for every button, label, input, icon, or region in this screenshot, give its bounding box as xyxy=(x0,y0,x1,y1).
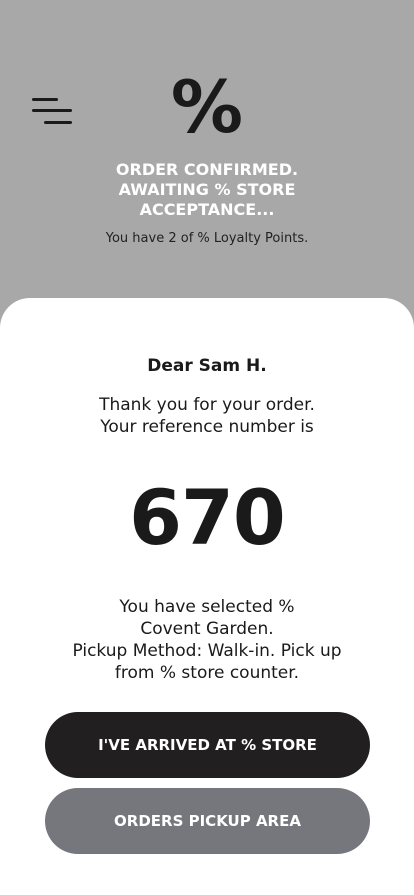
store-info-line: You have selected % xyxy=(119,597,295,617)
order-status: ORDER CONFIRMED. AWAITING % STORE ACCEPT… xyxy=(0,160,414,220)
thank-you-message: Thank you for your order. Your reference… xyxy=(0,394,414,438)
store-info-line: Covent Garden. xyxy=(140,619,274,639)
header: % ORDER CONFIRMED. AWAITING % STORE ACCE… xyxy=(0,0,414,300)
status-line: ACCEPTANCE... xyxy=(139,200,275,219)
store-info-line: from % store counter. xyxy=(114,663,300,683)
brand-logo: % xyxy=(170,65,244,149)
order-confirmation-card: Dear Sam H. Thank you for your order. Yo… xyxy=(0,298,414,895)
orders-pickup-area-button[interactable]: ORDERS PICKUP AREA xyxy=(45,788,370,854)
loyalty-points-text: You have 2 of % Loyalty Points. xyxy=(105,231,309,246)
thank-you-line: Your reference number is xyxy=(100,417,314,437)
arrived-at-store-button[interactable]: I'VE ARRIVED AT % STORE xyxy=(45,712,370,778)
store-info-line: Pickup Method: Walk-in. Pick up xyxy=(72,641,342,661)
greeting: Dear Sam H. xyxy=(147,356,267,376)
store-info: You have selected % Covent Garden. Picku… xyxy=(0,596,414,684)
reference-number: 670 xyxy=(129,473,286,562)
status-line: AWAITING % STORE xyxy=(118,180,296,199)
thank-you-line: Thank you for your order. xyxy=(99,395,315,415)
status-line: ORDER CONFIRMED. xyxy=(115,160,299,179)
